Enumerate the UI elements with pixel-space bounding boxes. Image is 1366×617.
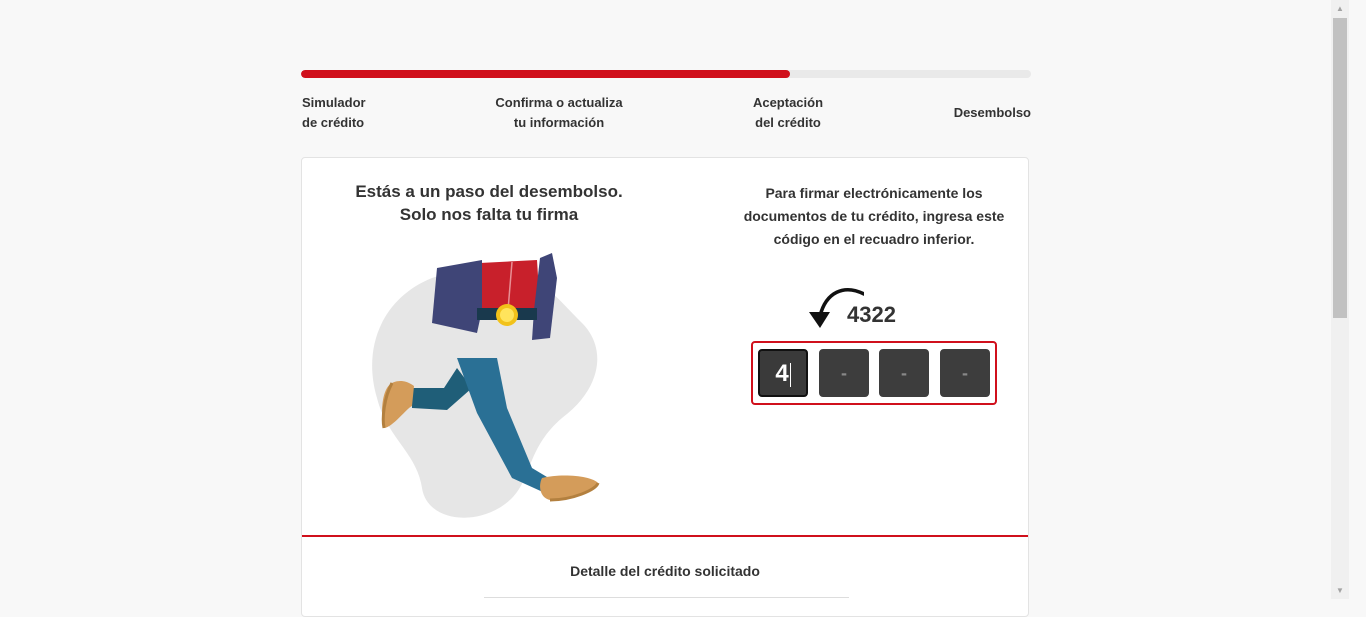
- section-divider: [302, 535, 1028, 537]
- code-input-group: 4 - - -: [751, 341, 997, 405]
- instructions-text: Para firmar electrónicamente los documen…: [743, 185, 1005, 247]
- signature-card: Estás a un paso del desembolso. Solo nos…: [301, 157, 1029, 617]
- step-simulador: Simulador de crédito: [302, 93, 366, 133]
- step-label-line2: tu información: [513, 115, 605, 130]
- scroll-down-arrow-icon[interactable]: ▼: [1331, 582, 1349, 599]
- code-digit-input-3[interactable]: -: [879, 349, 929, 397]
- digit-value: 4: [775, 360, 789, 387]
- detail-separator: [484, 597, 849, 598]
- code-digit-input-1[interactable]: 4: [758, 349, 808, 397]
- step-confirma: Confirma o actualiza tu información: [484, 93, 634, 133]
- right-gutter: [1349, 0, 1366, 599]
- progress-fill: [301, 70, 791, 78]
- step-label-line1: Desembolso: [953, 105, 1031, 120]
- code-digit-input-2[interactable]: -: [819, 349, 869, 397]
- card-title-line1: Estás a un paso del desembolso.: [355, 182, 623, 201]
- scroll-thumb[interactable]: [1333, 18, 1347, 318]
- step-label-line2: del crédito: [755, 115, 821, 130]
- step-aceptacion: Aceptación del crédito: [738, 93, 838, 133]
- verification-code: 4322: [847, 302, 896, 327]
- vertical-scrollbar[interactable]: ▲ ▼: [1331, 0, 1349, 599]
- step-label-line1: Simulador: [302, 95, 366, 110]
- step-desembolso: Desembolso: [931, 103, 1031, 123]
- walking-person-illustration: [372, 253, 600, 518]
- progress-bar: [301, 70, 1031, 78]
- code-digit-input-4[interactable]: -: [940, 349, 990, 397]
- card-title: Estás a un paso del desembolso. Solo nos…: [332, 180, 646, 226]
- step-label-line1: Aceptación: [752, 95, 824, 110]
- step-label-line1: Confirma o actualiza: [495, 95, 623, 110]
- card-title-line2: Solo nos falta tu firma: [399, 205, 579, 224]
- text-caret: [789, 362, 791, 387]
- step-label-line2: de crédito: [302, 115, 365, 130]
- credit-detail-title: Detalle del crédito solicitado: [570, 563, 760, 579]
- scroll-up-arrow-icon[interactable]: ▲: [1331, 0, 1349, 17]
